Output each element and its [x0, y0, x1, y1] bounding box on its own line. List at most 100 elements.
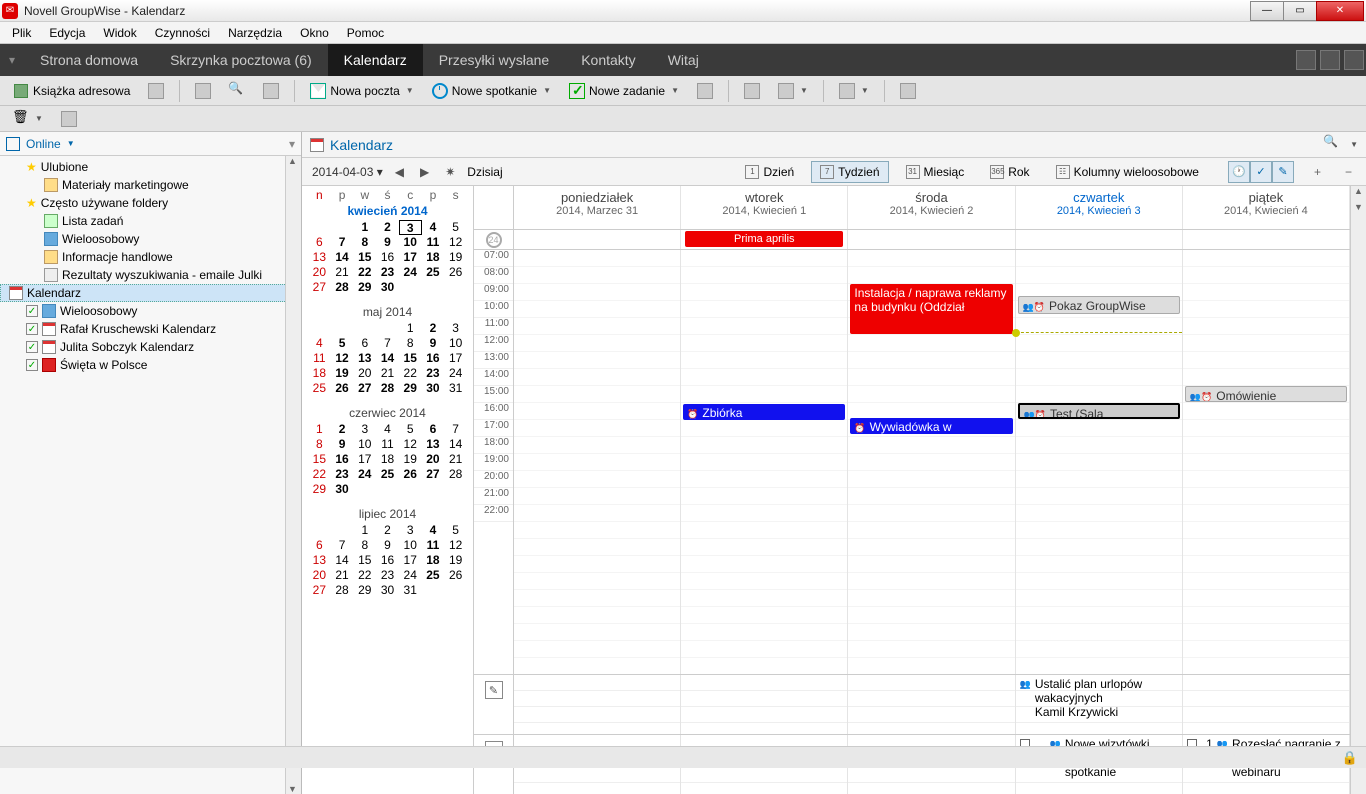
minical-day[interactable]: 28	[376, 381, 399, 396]
note-filter-icon[interactable]: ✎	[1272, 161, 1294, 183]
minical-day[interactable]: 21	[444, 452, 467, 467]
tree-row[interactable]: ★Ulubione	[0, 158, 301, 176]
calendar-event[interactable]: Instalacja / naprawa reklamy na budynku …	[850, 284, 1012, 334]
minical-day[interactable]: 12	[399, 437, 422, 452]
minical-day[interactable]: 27	[422, 467, 445, 482]
minical-day[interactable]: 2	[331, 422, 354, 437]
minical-day[interactable]: 18	[422, 553, 445, 568]
sidebar-scrollbar[interactable]	[285, 156, 301, 794]
new-appointment-button[interactable]: Nowe spotkanie▼	[425, 79, 558, 103]
day-header[interactable]: czwartek2014, Kwiecień 3	[1016, 186, 1183, 229]
menu-okno[interactable]: Okno	[292, 24, 337, 42]
minical-day[interactable]: 5	[399, 422, 422, 437]
minical-day[interactable]: 3	[444, 321, 467, 336]
minical-day[interactable]: 22	[308, 467, 331, 482]
close-button[interactable]: ✕	[1316, 1, 1364, 21]
minical-day[interactable]: 20	[422, 452, 445, 467]
minical-day[interactable]: 31	[399, 583, 422, 598]
minical-day[interactable]: 22	[353, 568, 376, 583]
minical-day[interactable]: 21	[331, 265, 354, 280]
minical-day[interactable]: 21	[331, 568, 354, 583]
tree-row[interactable]: Kalendarz	[0, 284, 301, 302]
minical-day[interactable]: 5	[331, 336, 354, 351]
view-year[interactable]: 365Rok	[981, 161, 1038, 183]
time-column[interactable]: 👥⏰Omówienie	[1183, 250, 1350, 674]
appt-filter-icon[interactable]: 🕐	[1228, 161, 1250, 183]
tree-row[interactable]: Lista zadań	[0, 212, 301, 230]
minical-day[interactable]: 28	[331, 280, 354, 295]
view-week[interactable]: 7Tydzień	[811, 161, 888, 183]
minical-day[interactable]: 24	[353, 467, 376, 482]
navtab-strona-domowa[interactable]: Strona domowa	[24, 44, 154, 76]
minical-day[interactable]: 4	[308, 336, 331, 351]
minical-day[interactable]: 2	[376, 523, 399, 538]
minical-day[interactable]: 7	[331, 235, 354, 250]
minical-day[interactable]: 26	[399, 467, 422, 482]
navtab-witaj[interactable]: Witaj	[652, 44, 715, 76]
minical-day[interactable]: 12	[444, 538, 467, 553]
minical-day[interactable]: 27	[308, 280, 331, 295]
minical-day[interactable]: 20	[353, 366, 376, 381]
nav-chevron[interactable]: ▾	[0, 44, 24, 76]
menu-narzędzia[interactable]: Narzędzia	[220, 24, 290, 42]
minical-day[interactable]: 21	[376, 366, 399, 381]
minical-day[interactable]: 29	[353, 280, 376, 295]
allday-cell[interactable]	[1183, 230, 1350, 249]
minical-day[interactable]: 13	[308, 553, 331, 568]
tree-row[interactable]: Materiały marketingowe	[0, 176, 301, 194]
minical-day[interactable]: 11	[308, 351, 331, 366]
trash-button[interactable]: ▼	[6, 107, 50, 131]
minical-day[interactable]: 3	[399, 220, 422, 235]
minical-day[interactable]: 9	[376, 538, 399, 553]
minical-day[interactable]: 8	[399, 336, 422, 351]
minical-day[interactable]: 26	[444, 265, 467, 280]
tree-row[interactable]: ✓Święta w Polsce	[0, 356, 301, 374]
goto-today-icon[interactable]: ✷	[441, 165, 459, 179]
minical-day[interactable]: 8	[353, 538, 376, 553]
minical-day[interactable]: 19	[444, 250, 467, 265]
tree-row[interactable]: Wieloosobowy	[0, 230, 301, 248]
minical-day[interactable]: 28	[331, 583, 354, 598]
minical-day[interactable]: 10	[399, 235, 422, 250]
minical-day[interactable]: 25	[422, 265, 445, 280]
menu-plik[interactable]: Plik	[4, 24, 39, 42]
tree-row[interactable]: ✓Julita Sobczyk Kalendarz	[0, 338, 301, 356]
day-header[interactable]: środa2014, Kwiecień 2	[848, 186, 1015, 229]
minical-day[interactable]: 17	[444, 351, 467, 366]
allday-cell[interactable]	[1016, 230, 1183, 249]
task-filter-icon[interactable]: ✓	[1250, 161, 1272, 183]
minical-day[interactable]: 26	[331, 381, 354, 396]
minical-day[interactable]: 4	[422, 220, 445, 235]
minical-day[interactable]: 6	[422, 422, 445, 437]
tb-icon-8[interactable]	[893, 79, 923, 103]
allday-cell[interactable]	[514, 230, 681, 249]
minical-day[interactable]: 23	[376, 568, 399, 583]
minical-day[interactable]: 30	[331, 482, 354, 497]
tree-row[interactable]: Informacje handlowe	[0, 248, 301, 266]
tb-icon-4[interactable]	[690, 79, 720, 103]
minical-day[interactable]: 4	[376, 422, 399, 437]
tree-row[interactable]: Rezultaty wyszukiwania - emaile Julki	[0, 266, 301, 284]
minical-day[interactable]: 12	[331, 351, 354, 366]
minical-day[interactable]: 30	[376, 583, 399, 598]
minical-day[interactable]: 17	[353, 452, 376, 467]
minical-day[interactable]: 7	[444, 422, 467, 437]
minical-day[interactable]: 9	[331, 437, 354, 452]
allday-cell[interactable]: Prima aprilis	[681, 230, 848, 249]
minical-day[interactable]: 29	[353, 583, 376, 598]
minical-day[interactable]: 19	[444, 553, 467, 568]
panel-icon-2[interactable]	[1320, 50, 1340, 70]
minical-day[interactable]: 16	[331, 452, 354, 467]
minical-day[interactable]: 3	[353, 422, 376, 437]
presence-selector[interactable]: Online▼ ▾	[0, 132, 301, 156]
minical-day[interactable]: 8	[308, 437, 331, 452]
menu-pomoc[interactable]: Pomoc	[339, 24, 392, 42]
minical-day[interactable]: 11	[376, 437, 399, 452]
note-cell[interactable]	[848, 675, 1015, 734]
minical-day[interactable]: 7	[376, 336, 399, 351]
minical-day[interactable]: 15	[353, 250, 376, 265]
minical-day[interactable]: 6	[308, 538, 331, 553]
minical-day[interactable]: 25	[376, 467, 399, 482]
calendar-event[interactable]: ⏰Wywiadówka w	[850, 418, 1012, 434]
menu-widok[interactable]: Widok	[95, 24, 144, 42]
